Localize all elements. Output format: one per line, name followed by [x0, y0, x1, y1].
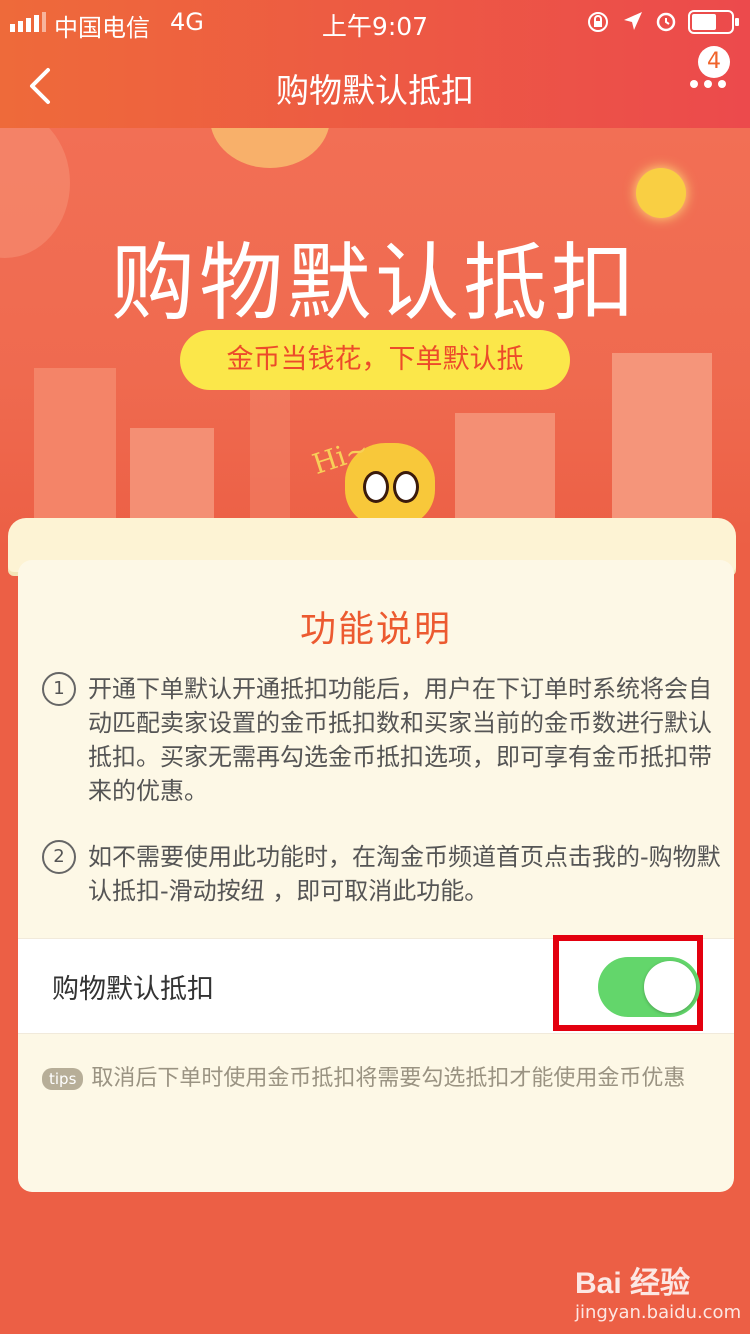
hero-title: 购物默认抵扣 [110, 234, 639, 332]
feature-item: 1 开通下单默认开通抵扣功能后，用户在下订单时系统将会自动匹配卖家设置的金币抵扣… [42, 672, 722, 808]
more-icon [690, 80, 726, 88]
nav-bar: 购物默认抵扣 4 [0, 44, 750, 128]
watermark-brand: Bai 经验 [575, 1267, 691, 1300]
status-bar: 中国电信 4G 上午9:07 [0, 0, 750, 44]
rotation-lock-icon [588, 12, 608, 32]
battery-icon [688, 10, 739, 34]
feature-text: 开通下单默认开通抵扣功能后，用户在下订单时系统将会自动匹配卖家设置的金币抵扣数和… [88, 675, 712, 805]
slogan-text: 金币当钱花，下单默认抵 [226, 344, 524, 375]
feature-item: 2 如不需要使用此功能时，在淘金币频道首页点击我的-购物默认抵扣-滑动按纽 ，即… [42, 840, 722, 908]
more-button[interactable]: 4 [684, 44, 744, 128]
number-badge: 1 [42, 672, 76, 706]
watermark-url: jingyan.baidu.com [575, 1302, 742, 1323]
number-badge: 2 [42, 840, 76, 874]
tips-text: 取消后下单时使用金币抵扣将需要勾选抵扣才能使用金币优惠 [91, 1066, 686, 1091]
sun-icon [210, 128, 330, 168]
default-deduct-toggle[interactable] [598, 957, 700, 1017]
toggle-knob [644, 961, 696, 1013]
location-icon [624, 12, 642, 30]
tips-badge: tips [42, 1068, 84, 1090]
feature-card: 功能说明 1 开通下单默认开通抵扣功能后，用户在下订单时系统将会自动匹配卖家设置… [18, 560, 734, 1192]
hero-banner: Hi~ 购物默认抵扣 金币当钱花，下单默认抵 [0, 128, 750, 548]
default-deduct-label: 购物默认抵扣 [52, 974, 214, 1005]
coin-icon [636, 168, 686, 218]
tips-note: tips 取消后下单时使用金币抵扣将需要勾选抵扣才能使用金币优惠 [42, 1060, 722, 1092]
alarm-icon [656, 12, 676, 32]
notification-badge: 4 [698, 46, 730, 78]
slogan-pill: 金币当钱花，下单默认抵 [180, 330, 570, 390]
section-title: 功能说明 [299, 609, 452, 650]
feature-text: 如不需要使用此功能时，在淘金币频道首页点击我的-购物默认抵扣-滑动按纽 ，即可取… [88, 843, 721, 905]
default-deduct-row: 购物默认抵扣 [18, 935, 734, 1034]
page-title: 购物默认抵扣 [276, 71, 474, 110]
watermark: Bai 经验 jingyan.baidu.com [575, 1258, 741, 1323]
